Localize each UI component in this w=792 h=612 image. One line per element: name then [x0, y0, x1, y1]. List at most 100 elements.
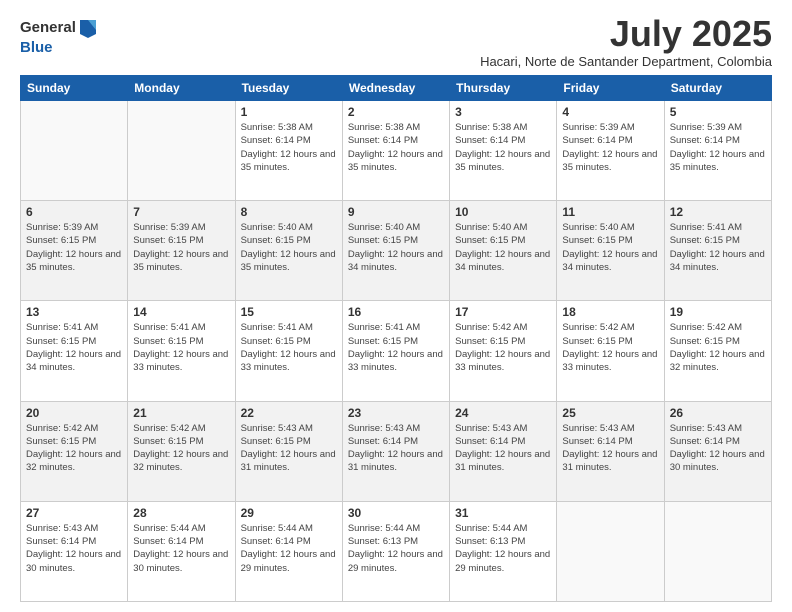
calendar-day-cell: 29 Sunrise: 5:44 AM Sunset: 6:14 PM Dayli… [235, 501, 342, 601]
day-number: 13 [26, 305, 122, 319]
day-number: 14 [133, 305, 229, 319]
calendar-day-cell: 31 Sunrise: 5:44 AM Sunset: 6:13 PM Dayli… [450, 501, 557, 601]
logo-blue-text: Blue [20, 39, 53, 56]
day-number: 18 [562, 305, 658, 319]
calendar-day-cell: 26 Sunrise: 5:43 AM Sunset: 6:14 PM Dayli… [664, 401, 771, 501]
day-info: Sunrise: 5:42 AM Sunset: 6:15 PM Dayligh… [455, 321, 551, 374]
day-info: Sunrise: 5:44 AM Sunset: 6:13 PM Dayligh… [455, 522, 551, 575]
calendar-day-cell: 24Sunrise: 5:43 AM Sunset: 6:14 PM Dayli… [450, 401, 557, 501]
calendar-day-cell: 18 Sunrise: 5:42 AM Sunset: 6:15 PM Dayli… [557, 301, 664, 401]
day-number: 27 [26, 506, 122, 520]
day-number: 11 [562, 205, 658, 219]
calendar-day-cell [664, 501, 771, 601]
calendar-day-cell: 9 Sunrise: 5:40 AM Sunset: 6:15 PM Daylig… [342, 201, 449, 301]
title-block: July 2025 Hacari, Norte de Santander Dep… [480, 16, 772, 69]
calendar-header-cell: Saturday [664, 76, 771, 101]
calendar-day-cell: 12Sunrise: 5:41 AM Sunset: 6:15 PM Dayli… [664, 201, 771, 301]
calendar-header-cell: Sunday [21, 76, 128, 101]
day-info: Sunrise: 5:42 AM Sunset: 6:15 PM Dayligh… [670, 321, 766, 374]
location: Hacari, Norte de Santander Department, C… [480, 54, 772, 69]
day-number: 7 [133, 205, 229, 219]
day-number: 5 [670, 105, 766, 119]
calendar-day-cell: 23 Sunrise: 5:43 AM Sunset: 6:14 PM Dayli… [342, 401, 449, 501]
calendar-day-cell: 13 Sunrise: 5:41 AM Sunset: 6:15 PM Dayli… [21, 301, 128, 401]
day-number: 6 [26, 205, 122, 219]
day-info: Sunrise: 5:43 AM Sunset: 6:14 PM Dayligh… [348, 422, 444, 475]
day-info: Sunrise: 5:39 AM Sunset: 6:14 PM Dayligh… [562, 121, 658, 174]
day-info: Sunrise: 5:43 AM Sunset: 6:14 PM Dayligh… [562, 422, 658, 475]
day-number: 15 [241, 305, 337, 319]
day-info: Sunrise: 5:39 AM Sunset: 6:14 PM Dayligh… [670, 121, 766, 174]
day-info: Sunrise: 5:40 AM Sunset: 6:15 PM Dayligh… [455, 221, 551, 274]
day-info: Sunrise: 5:43 AM Sunset: 6:14 PM Dayligh… [670, 422, 766, 475]
day-info: Sunrise: 5:39 AM Sunset: 6:15 PM Dayligh… [26, 221, 122, 274]
day-number: 16 [348, 305, 444, 319]
day-info: Sunrise: 5:40 AM Sunset: 6:15 PM Dayligh… [348, 221, 444, 274]
calendar-day-cell: 2 Sunrise: 5:38 AM Sunset: 6:14 PM Daylig… [342, 101, 449, 201]
calendar-day-cell: 19 Sunrise: 5:42 AM Sunset: 6:15 PM Dayli… [664, 301, 771, 401]
calendar-day-cell: 22Sunrise: 5:43 AM Sunset: 6:15 PM Dayli… [235, 401, 342, 501]
calendar-header-cell: Tuesday [235, 76, 342, 101]
calendar-day-cell: 3 Sunrise: 5:38 AM Sunset: 6:14 PM Daylig… [450, 101, 557, 201]
day-number: 3 [455, 105, 551, 119]
calendar-day-cell: 11 Sunrise: 5:40 AM Sunset: 6:15 PM Dayli… [557, 201, 664, 301]
day-number: 29 [241, 506, 337, 520]
day-info: Sunrise: 5:38 AM Sunset: 6:14 PM Dayligh… [455, 121, 551, 174]
calendar-day-cell: 7 Sunrise: 5:39 AM Sunset: 6:15 PM Daylig… [128, 201, 235, 301]
day-info: Sunrise: 5:41 AM Sunset: 6:15 PM Dayligh… [348, 321, 444, 374]
day-number: 24 [455, 406, 551, 420]
day-info: Sunrise: 5:41 AM Sunset: 6:15 PM Dayligh… [26, 321, 122, 374]
day-number: 30 [348, 506, 444, 520]
calendar-header-cell: Monday [128, 76, 235, 101]
calendar-day-cell: 14Sunrise: 5:41 AM Sunset: 6:15 PM Dayli… [128, 301, 235, 401]
calendar-week-row: 13 Sunrise: 5:41 AM Sunset: 6:15 PM Dayli… [21, 301, 772, 401]
day-info: Sunrise: 5:42 AM Sunset: 6:15 PM Dayligh… [133, 422, 229, 475]
calendar-day-cell: 5 Sunrise: 5:39 AM Sunset: 6:14 PM Daylig… [664, 101, 771, 201]
logo: General Blue [20, 16, 98, 57]
header: General Blue July 2025 Hacari, Norte de … [20, 16, 772, 69]
day-number: 31 [455, 506, 551, 520]
calendar-header-cell: Thursday [450, 76, 557, 101]
calendar-day-cell: 4 Sunrise: 5:39 AM Sunset: 6:14 PM Daylig… [557, 101, 664, 201]
day-number: 8 [241, 205, 337, 219]
day-number: 23 [348, 406, 444, 420]
day-info: Sunrise: 5:44 AM Sunset: 6:14 PM Dayligh… [133, 522, 229, 575]
day-number: 2 [348, 105, 444, 119]
day-number: 28 [133, 506, 229, 520]
day-number: 10 [455, 205, 551, 219]
day-number: 26 [670, 406, 766, 420]
calendar-day-cell: 17 Sunrise: 5:42 AM Sunset: 6:15 PM Dayli… [450, 301, 557, 401]
day-info: Sunrise: 5:44 AM Sunset: 6:14 PM Dayligh… [241, 522, 337, 575]
page: General Blue July 2025 Hacari, Norte de … [0, 0, 792, 612]
day-number: 4 [562, 105, 658, 119]
calendar-table: SundayMondayTuesdayWednesdayThursdayFrid… [20, 75, 772, 602]
day-info: Sunrise: 5:39 AM Sunset: 6:15 PM Dayligh… [133, 221, 229, 274]
logo-icon [78, 16, 98, 40]
month-year: July 2025 [480, 16, 772, 52]
day-info: Sunrise: 5:41 AM Sunset: 6:15 PM Dayligh… [241, 321, 337, 374]
day-info: Sunrise: 5:38 AM Sunset: 6:14 PM Dayligh… [348, 121, 444, 174]
calendar-week-row: 6 Sunrise: 5:39 AM Sunset: 6:15 PM Daylig… [21, 201, 772, 301]
day-number: 19 [670, 305, 766, 319]
calendar-day-cell: 27 Sunrise: 5:43 AM Sunset: 6:14 PM Dayli… [21, 501, 128, 601]
calendar-day-cell: 21Sunrise: 5:42 AM Sunset: 6:15 PM Dayli… [128, 401, 235, 501]
day-info: Sunrise: 5:40 AM Sunset: 6:15 PM Dayligh… [562, 221, 658, 274]
calendar-day-cell: 28 Sunrise: 5:44 AM Sunset: 6:14 PM Dayli… [128, 501, 235, 601]
day-info: Sunrise: 5:41 AM Sunset: 6:15 PM Dayligh… [670, 221, 766, 274]
calendar-day-cell: 15 Sunrise: 5:41 AM Sunset: 6:15 PM Dayli… [235, 301, 342, 401]
day-info: Sunrise: 5:42 AM Sunset: 6:15 PM Dayligh… [26, 422, 122, 475]
calendar-day-cell: 16 Sunrise: 5:41 AM Sunset: 6:15 PM Dayli… [342, 301, 449, 401]
day-info: Sunrise: 5:40 AM Sunset: 6:15 PM Dayligh… [241, 221, 337, 274]
day-info: Sunrise: 5:43 AM Sunset: 6:14 PM Dayligh… [26, 522, 122, 575]
day-info: Sunrise: 5:42 AM Sunset: 6:15 PM Dayligh… [562, 321, 658, 374]
calendar-body: 1Sunrise: 5:38 AM Sunset: 6:14 PM Daylig… [21, 101, 772, 602]
calendar-day-cell: 1Sunrise: 5:38 AM Sunset: 6:14 PM Daylig… [235, 101, 342, 201]
day-number: 9 [348, 205, 444, 219]
day-number: 17 [455, 305, 551, 319]
calendar-day-cell: 8 Sunrise: 5:40 AM Sunset: 6:15 PM Daylig… [235, 201, 342, 301]
day-number: 22 [241, 406, 337, 420]
calendar-header-cell: Friday [557, 76, 664, 101]
calendar-week-row: 20Sunrise: 5:42 AM Sunset: 6:15 PM Dayli… [21, 401, 772, 501]
day-number: 25 [562, 406, 658, 420]
calendar-day-cell: 6 Sunrise: 5:39 AM Sunset: 6:15 PM Daylig… [21, 201, 128, 301]
